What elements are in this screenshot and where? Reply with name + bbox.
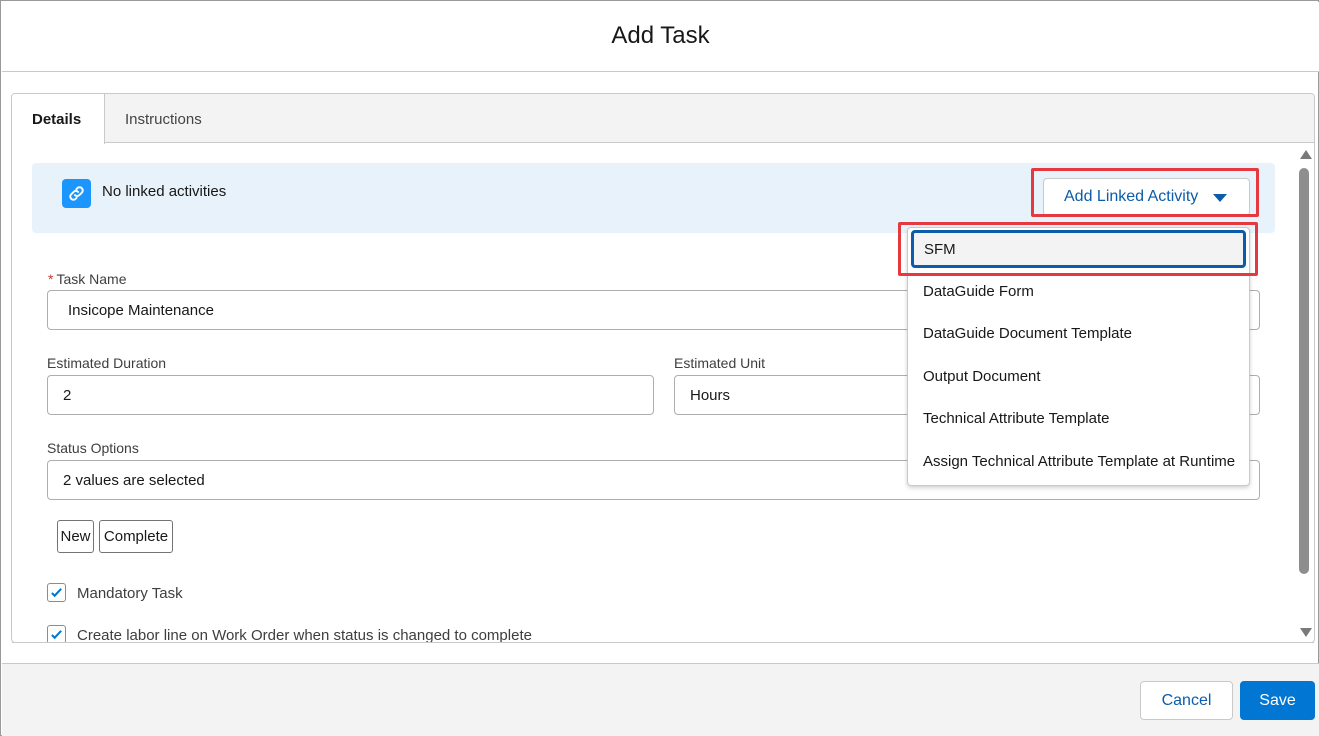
- dropdown-item-technical-attribute-template[interactable]: Technical Attribute Template: [908, 398, 1249, 438]
- tab-instructions[interactable]: Instructions: [105, 94, 222, 143]
- mandatory-task-checkbox[interactable]: [47, 583, 66, 602]
- modal-header: Add Task: [2, 2, 1319, 72]
- checkmark-icon: [51, 630, 62, 640]
- dropdown-item-output-document[interactable]: Output Document: [908, 356, 1249, 396]
- estimated-unit-value: Hours: [690, 386, 731, 404]
- dropdown-item-dataguide-document-template[interactable]: DataGuide Document Template: [908, 313, 1249, 353]
- scrollbar-thumb[interactable]: [1299, 168, 1309, 574]
- link-icon-glyph: [69, 186, 84, 201]
- estimated-duration-label: Estimated Duration: [47, 355, 167, 371]
- caret-down-icon: [1213, 194, 1227, 202]
- no-linked-activities-text: No linked activities: [102, 183, 227, 200]
- estimated-unit-label: Estimated Unit: [674, 355, 766, 371]
- mandatory-task-label: Mandatory Task: [77, 585, 183, 602]
- status-new-button[interactable]: New: [57, 520, 94, 553]
- status-options-value: 2 values are selected: [63, 471, 205, 489]
- modal-title: Add Task: [611, 22, 710, 49]
- task-name-label-text: Task Name: [56, 271, 127, 287]
- dropdown-item-assign-technical-attribute-template[interactable]: Assign Technical Attribute Template at R…: [908, 441, 1249, 481]
- linked-activity-dropdown-menu: SFM DataGuide Form DataGuide Document Te…: [907, 227, 1250, 486]
- task-name-value: Insicope Maintenance: [68, 301, 214, 319]
- estimated-duration-value: 2: [63, 386, 72, 404]
- dropdown-item-sfm[interactable]: SFM: [911, 230, 1246, 268]
- tab-details[interactable]: Details: [12, 94, 105, 144]
- task-name-label: * Task Name: [48, 271, 126, 287]
- body-bottom-edge: [12, 642, 1314, 663]
- dropdown-item-dataguide-form[interactable]: DataGuide Form: [908, 271, 1249, 311]
- modal: Add Task Details Instructions No linked …: [0, 0, 1319, 736]
- link-icon: [62, 179, 91, 208]
- scroll-down-arrow-icon[interactable]: [1300, 628, 1312, 637]
- modal-footer: Cancel Save: [2, 663, 1319, 736]
- required-marker: *: [48, 271, 54, 287]
- estimated-duration-input[interactable]: 2: [47, 375, 654, 415]
- tab-bar: Details Instructions: [12, 94, 1314, 144]
- cancel-button[interactable]: Cancel: [1140, 681, 1233, 720]
- add-linked-activity-label: Add Linked Activity: [1064, 188, 1199, 205]
- status-options-label: Status Options: [47, 440, 139, 456]
- status-complete-button[interactable]: Complete: [99, 520, 173, 553]
- checkmark-icon: [51, 588, 62, 598]
- add-linked-activity-button[interactable]: Add Linked Activity: [1043, 178, 1250, 216]
- scroll-up-arrow-icon[interactable]: [1300, 150, 1312, 159]
- scrollbar[interactable]: [1296, 150, 1314, 642]
- save-button[interactable]: Save: [1240, 681, 1315, 720]
